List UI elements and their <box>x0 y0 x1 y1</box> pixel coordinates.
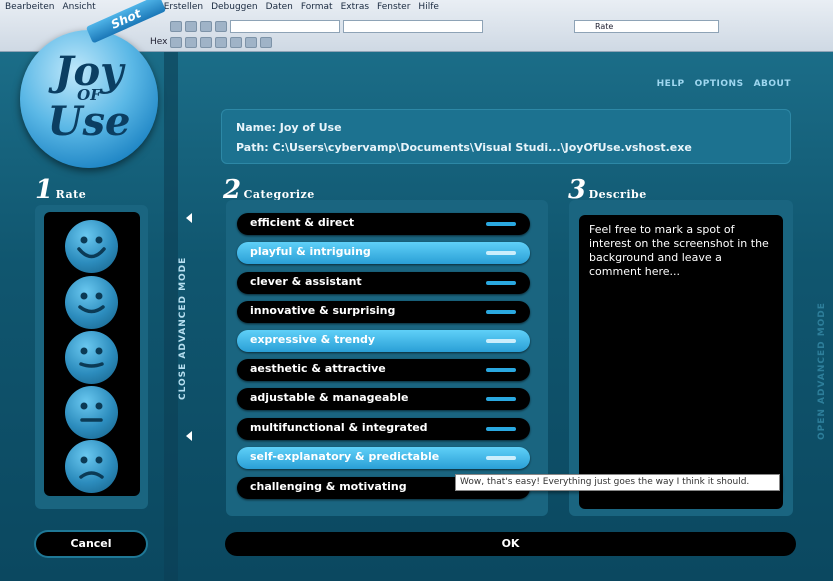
host-toolbar-2: Hex <box>150 34 273 50</box>
close-advanced-mode-button[interactable]: CLOSE ADVANCED MODE <box>178 257 188 400</box>
toolbar-save-icon[interactable] <box>200 20 212 32</box>
menu-bearbeiten[interactable]: Bearbeiten <box>2 0 59 15</box>
menu-format[interactable]: Format <box>298 0 338 15</box>
category-toggle-bar <box>486 368 516 372</box>
category-label: multifunctional & integrated <box>250 421 428 434</box>
logo-line-3: Use <box>47 98 131 145</box>
rating-very-sad-icon[interactable] <box>65 440 118 493</box>
category-toggle-bar <box>486 397 516 401</box>
category-item[interactable]: playful & intriguing <box>237 242 530 264</box>
toolbar-align-icon[interactable] <box>185 36 198 48</box>
category-item[interactable]: innovative & surprising <box>237 301 530 323</box>
rating-happy-icon[interactable] <box>65 276 118 329</box>
rating-faces <box>44 212 140 496</box>
category-label: efficient & direct <box>250 216 355 229</box>
rate-section-label: Rate <box>55 188 87 201</box>
app-path: Path: C:\Users\cybervamp\Documents\Visua… <box>236 141 692 154</box>
category-label: challenging & motivating <box>250 480 407 493</box>
joy-of-use-logo: Joy OF Use <box>20 30 158 168</box>
comment-textarea[interactable]: Feel free to mark a spot of interest on … <box>579 215 783 509</box>
category-label: clever & assistant <box>250 275 362 288</box>
category-label: innovative & surprising <box>250 304 396 317</box>
category-toggle-bar <box>486 427 516 431</box>
toolbar-bookmark-icon[interactable] <box>230 36 243 48</box>
collapse-left-arrow-icon[interactable] <box>186 213 192 223</box>
category-item[interactable]: efficient & direct <box>237 213 530 235</box>
cancel-button[interactable]: Cancel <box>36 532 146 556</box>
rating-very-happy-icon[interactable] <box>65 220 118 273</box>
category-toggle-bar <box>486 456 516 460</box>
left-divider <box>164 52 178 581</box>
category-label: expressive & trendy <box>250 333 376 346</box>
category-tooltip: Wow, that's easy! Everything just goes t… <box>455 474 780 491</box>
toolbar-platform-dropdown[interactable] <box>343 19 483 33</box>
host-toolbar-1 <box>170 18 483 34</box>
toolbar-config-dropdown[interactable] <box>230 19 340 33</box>
ok-button[interactable]: OK <box>225 532 796 556</box>
toolbar-grid-icon[interactable] <box>245 36 258 48</box>
category-item[interactable]: aesthetic & attractive <box>237 359 530 381</box>
toolbar-play-icon[interactable] <box>215 20 227 32</box>
menu-daten[interactable]: Daten <box>263 0 298 15</box>
category-toggle-bar <box>486 281 516 285</box>
category-label: aesthetic & attractive <box>250 362 386 375</box>
help-link[interactable]: HELP <box>657 79 685 89</box>
host-search-field[interactable]: Rate <box>574 20 719 33</box>
toolbar-layout-icon[interactable] <box>260 36 273 48</box>
category-label: adjustable & manageable <box>250 391 409 404</box>
toolbar-redo-icon[interactable] <box>185 20 197 32</box>
rating-sad-icon[interactable] <box>65 386 118 439</box>
category-item[interactable]: self-explanatory & predictable <box>237 447 530 469</box>
menu-hilfe[interactable]: Hilfe <box>415 0 443 15</box>
category-label: self-explanatory & predictable <box>250 450 440 463</box>
toolbar-indent-icon[interactable] <box>200 36 213 48</box>
toolbar-comment-icon[interactable] <box>215 36 228 48</box>
menu-erstellen[interactable]: Erstellen <box>161 0 208 15</box>
rate-section-number: 1 <box>35 175 54 205</box>
category-item[interactable]: multifunctional & integrated <box>237 418 530 440</box>
menu-ansicht[interactable]: Ansicht <box>59 0 100 15</box>
open-advanced-mode-button[interactable]: OPEN ADVANCED MODE <box>817 302 827 440</box>
menu-debuggen[interactable]: Debuggen <box>208 0 263 15</box>
category-label: playful & intriguing <box>250 245 371 258</box>
category-toggle-bar <box>486 251 516 255</box>
menu-fenster[interactable]: Fenster <box>374 0 415 15</box>
app-info-box: Name: Joy of Use Path: C:\Users\cybervam… <box>221 109 791 164</box>
toolbar-format-icon[interactable] <box>170 36 183 48</box>
category-item[interactable]: adjustable & manageable <box>237 388 530 410</box>
category-toggle-bar <box>486 339 516 343</box>
options-link[interactable]: OPTIONS <box>695 79 744 89</box>
about-link[interactable]: ABOUT <box>754 79 791 89</box>
rate-section-title: 1 Rate <box>35 175 86 205</box>
rating-neutral-icon[interactable] <box>65 331 118 384</box>
host-search-text: Rate <box>595 22 614 31</box>
collapse-left-arrow-icon-2[interactable] <box>186 431 192 441</box>
category-item[interactable]: clever & assistant <box>237 272 530 294</box>
category-toggle-bar <box>486 310 516 314</box>
toolbar-hex-label[interactable]: Hex <box>150 37 167 47</box>
category-toggle-bar <box>486 222 516 226</box>
app-name: Name: Joy of Use <box>236 121 342 134</box>
category-item[interactable]: expressive & trendy <box>237 330 530 352</box>
top-nav: HELP OPTIONS ABOUT <box>657 79 791 89</box>
toolbar-undo-icon[interactable] <box>170 20 182 32</box>
menu-extras[interactable]: Extras <box>338 0 374 15</box>
